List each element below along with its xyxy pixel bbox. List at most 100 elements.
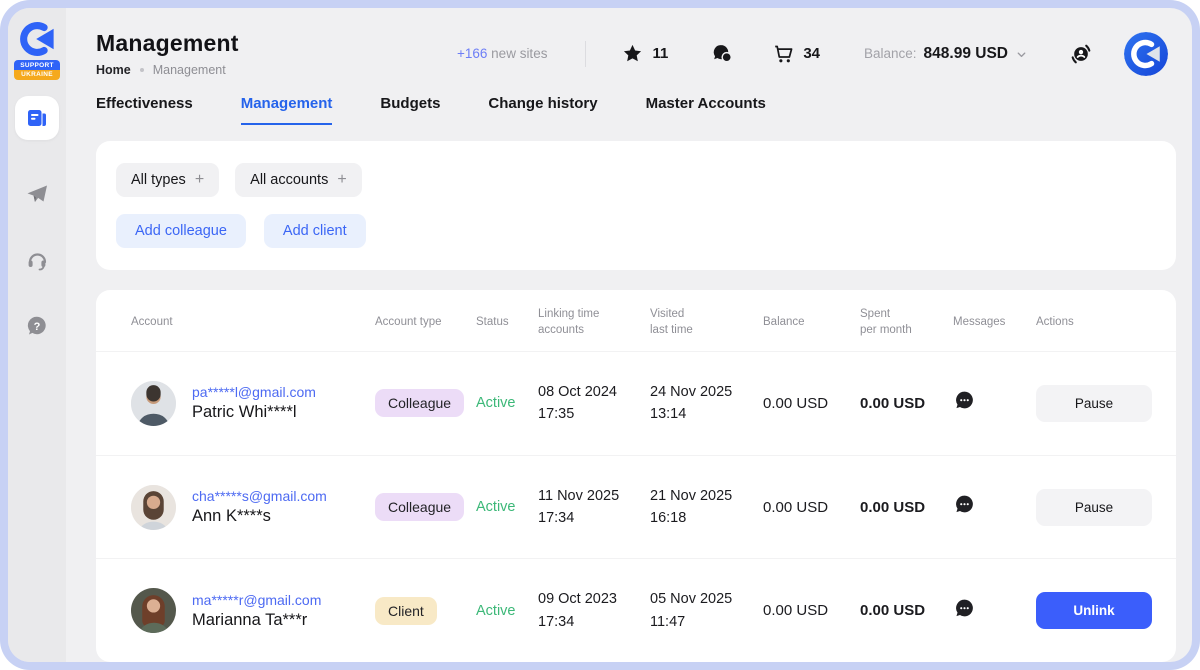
filter-all-types[interactable]: All types + <box>116 163 219 197</box>
col-messages: Messages <box>953 315 1036 331</box>
cart-icon <box>773 43 794 64</box>
col-actions: Actions <box>1036 315 1152 331</box>
pause-button[interactable]: Pause <box>1036 489 1152 526</box>
account-type-badge: Colleague <box>375 493 464 521</box>
status-badge: Active <box>476 499 538 515</box>
breadcrumb-current: Management <box>153 63 226 77</box>
tab-bar: Effectiveness Management Budgets Change … <box>66 83 1192 125</box>
account-email[interactable]: pa*****l@gmail.com <box>192 384 316 400</box>
message-icon[interactable] <box>953 597 976 620</box>
account-type-badge: Colleague <box>375 389 464 417</box>
visited-time: 05 Nov 202511:47 <box>650 588 763 633</box>
chat-bubbles-icon <box>712 43 733 64</box>
pause-button[interactable]: Pause <box>1036 385 1152 422</box>
favorites-count: 11 <box>652 45 668 62</box>
table-row: pa*****l@gmail.com Patric Whi****l Colle… <box>96 351 1176 455</box>
account-type-badge: Client <box>375 597 437 625</box>
visited-time: 21 Nov 202516:18 <box>650 485 763 530</box>
col-account: Account <box>131 315 375 331</box>
balance-label: Balance: <box>864 46 917 61</box>
breadcrumb-home[interactable]: Home <box>96 63 131 77</box>
chevron-down-icon <box>1015 48 1028 61</box>
col-account-type: Account type <box>375 315 476 331</box>
balance-widget[interactable]: Balance: 848.99 USD <box>864 45 1028 63</box>
support-ukraine-badge: SUPPORT UKRAINE <box>14 60 60 80</box>
message-icon[interactable] <box>953 389 976 412</box>
spent-cell: 0.00 USD <box>860 602 953 619</box>
spent-cell: 0.00 USD <box>860 499 953 516</box>
balance-cell: 0.00 USD <box>763 395 860 412</box>
app-window: SUPPORT UKRAINE ? <box>8 8 1192 662</box>
message-icon[interactable] <box>953 493 976 516</box>
breadcrumb-separator <box>140 68 144 72</box>
filter-all-types-label: All types <box>131 172 186 188</box>
account-name: Patric Whi****l <box>192 403 316 422</box>
account-email[interactable]: ma*****r@gmail.com <box>192 592 321 608</box>
balance-cell: 0.00 USD <box>763 499 860 516</box>
support-ukraine-line2: UKRAINE <box>14 70 60 80</box>
account-name: Ann K****s <box>192 507 327 526</box>
col-spent: Spentper month <box>860 307 953 338</box>
breadcrumb: Home Management <box>96 63 239 77</box>
main-area: Management Home Management +166 new site… <box>66 8 1192 662</box>
live-person-icon[interactable] <box>1068 41 1094 67</box>
avatar <box>131 485 176 530</box>
tab-master-accounts[interactable]: Master Accounts <box>646 95 766 125</box>
app-logo[interactable]: SUPPORT UKRAINE <box>14 20 60 80</box>
status-badge: Active <box>476 395 538 411</box>
brand-c-arrow-icon <box>18 20 56 58</box>
accounts-table: Account Account type Status Linking time… <box>96 290 1176 662</box>
content-area: All types + All accounts + Add colleague… <box>66 125 1192 662</box>
visited-time: 24 Nov 202513:14 <box>650 381 763 426</box>
balance-cell: 0.00 USD <box>763 602 860 619</box>
user-avatar[interactable] <box>1124 32 1168 76</box>
plus-icon: + <box>195 172 204 188</box>
avatar <box>131 588 176 633</box>
messages-stat[interactable] <box>712 43 733 64</box>
table-row: cha*****s@gmail.com Ann K****s Colleague… <box>96 455 1176 559</box>
status-badge: Active <box>476 603 538 619</box>
new-sites-label: new sites <box>491 46 547 61</box>
filter-all-accounts[interactable]: All accounts + <box>235 163 362 197</box>
tab-change-history[interactable]: Change history <box>488 95 597 125</box>
col-balance: Balance <box>763 315 860 331</box>
sidebar-item-support-headset[interactable] <box>25 248 49 272</box>
linking-time: 08 Oct 202417:35 <box>538 381 650 426</box>
col-status: Status <box>476 315 538 331</box>
cart-count: 34 <box>803 45 820 62</box>
balance-value: 848.99 USD <box>924 45 1008 63</box>
col-linking-time: Linking timeaccounts <box>538 307 650 338</box>
add-client-button[interactable]: Add client <box>264 214 366 248</box>
table-row: ma*****r@gmail.com Marianna Ta***r Clien… <box>96 558 1176 662</box>
news-icon <box>25 106 49 130</box>
new-sites-counter[interactable]: +166 new sitesnew sites <box>457 46 547 61</box>
brand-avatar-icon <box>1124 32 1168 76</box>
tab-management[interactable]: Management <box>241 95 333 125</box>
sidebar-item-help[interactable]: ? <box>25 314 49 338</box>
header-divider <box>585 41 586 67</box>
new-sites-count: +166 <box>457 46 487 61</box>
filters-panel: All types + All accounts + Add colleague… <box>96 141 1176 270</box>
svg-text:?: ? <box>34 321 41 333</box>
filter-all-accounts-label: All accounts <box>250 172 328 188</box>
sidebar-item-news-active[interactable] <box>15 96 59 140</box>
tab-effectiveness[interactable]: Effectiveness <box>96 95 193 125</box>
star-icon <box>622 43 643 64</box>
support-ukraine-line1: SUPPORT <box>14 60 60 70</box>
sidebar-item-telegram[interactable] <box>25 182 49 206</box>
add-colleague-button[interactable]: Add colleague <box>116 214 246 248</box>
sidebar: SUPPORT UKRAINE ? <box>8 8 66 662</box>
favorites-stat[interactable]: 11 <box>622 43 668 64</box>
account-email[interactable]: cha*****s@gmail.com <box>192 488 327 504</box>
cart-stat[interactable]: 34 <box>773 43 820 64</box>
page-title: Management <box>96 30 239 57</box>
spent-cell: 0.00 USD <box>860 395 953 412</box>
linking-time: 09 Oct 202317:34 <box>538 588 650 633</box>
unlink-button[interactable]: Unlink <box>1036 592 1152 629</box>
avatar <box>131 381 176 426</box>
page-header: Management Home Management +166 new site… <box>66 8 1192 83</box>
tab-budgets[interactable]: Budgets <box>380 95 440 125</box>
table-header-row: Account Account type Status Linking time… <box>96 290 1176 351</box>
col-visited: Visitedlast time <box>650 307 763 338</box>
account-name: Marianna Ta***r <box>192 611 321 630</box>
